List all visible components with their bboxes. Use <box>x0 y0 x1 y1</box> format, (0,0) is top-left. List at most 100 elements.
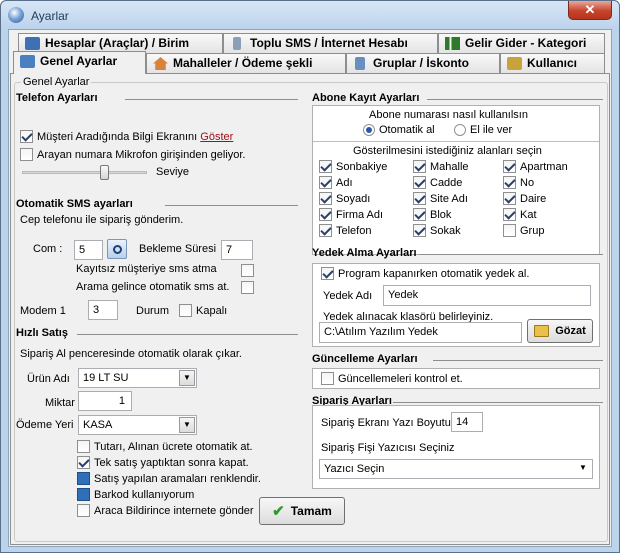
checkmark-icon: ✔ <box>272 503 285 520</box>
field-checkbox[interactable]: Kat <box>503 208 537 221</box>
miktar-input[interactable]: 1 <box>78 391 132 411</box>
modem-input[interactable]: 3 <box>88 300 118 320</box>
checkbox-box[interactable] <box>413 160 426 173</box>
field-checkbox[interactable]: Telefon <box>319 224 371 237</box>
field-checkbox[interactable]: Site Adı <box>413 192 468 205</box>
com-input[interactable]: 5 <box>74 240 103 260</box>
araca-bildirince-checkbox[interactable]: Araca Bildirince internete gönder <box>77 504 254 517</box>
field-checkbox[interactable]: Sokak <box>413 224 461 237</box>
checkbox-box[interactable] <box>503 176 516 189</box>
checkbox-box[interactable] <box>503 224 516 237</box>
tab-hesaplar[interactable]: Hesaplar (Araçlar) / Birim <box>18 33 223 53</box>
close-button[interactable]: ✕ <box>568 1 612 20</box>
el-ile-radio[interactable]: El ile ver <box>454 124 512 136</box>
checkbox-box[interactable] <box>319 192 332 205</box>
title-bar[interactable]: Ayarlar ✕ <box>1 1 619 29</box>
checkbox-box[interactable] <box>503 208 516 221</box>
settings-icon <box>20 55 35 68</box>
hizli-desc: Sipariş Al penceresinde otomatik olarak … <box>20 348 242 360</box>
guncelleme-checkbox[interactable]: Güncellemeleri kontrol et. <box>321 372 463 385</box>
miktar-label: Miktar <box>45 397 75 409</box>
checkbox-box[interactable] <box>77 488 90 501</box>
chevron-down-icon[interactable]: ▼ <box>179 417 195 433</box>
chevron-down-icon[interactable]: ▼ <box>179 370 195 386</box>
seviye-slider-track[interactable] <box>22 171 147 174</box>
field-checkbox[interactable]: Soyadı <box>319 192 370 205</box>
checkbox-label: Sonbakiye <box>336 160 388 173</box>
klasor-input[interactable]: C:\Atılım Yazılım Yedek <box>319 322 522 343</box>
radio-dot[interactable] <box>454 124 466 136</box>
field-checkbox[interactable]: Apartman <box>503 160 568 173</box>
arama-checkbox[interactable] <box>241 281 254 294</box>
yazi-boyutu-input[interactable]: 14 <box>451 412 483 432</box>
field-checkbox[interactable]: Daire <box>503 192 546 205</box>
yedek-box: Program kapanırken otomatik yedek al. Ye… <box>312 263 600 347</box>
goster-link[interactable]: Göster <box>200 131 233 143</box>
field-checkbox[interactable]: Mahalle <box>413 160 469 173</box>
seviye-slider-thumb[interactable] <box>100 165 109 180</box>
tab-gruplar[interactable]: Gruplar / İskonto <box>346 53 500 73</box>
field-checkbox[interactable]: Cadde <box>413 176 462 189</box>
radio-dot[interactable] <box>363 124 375 136</box>
checkbox-box[interactable] <box>413 176 426 189</box>
kayitsiz-checkbox[interactable] <box>241 264 254 277</box>
checkbox-box[interactable] <box>20 148 33 161</box>
odeme-label: Ödeme Yeri <box>16 419 74 431</box>
otomatik-yedek-checkbox[interactable]: Program kapanırken otomatik yedek al. <box>321 267 529 280</box>
tek-satis-checkbox[interactable]: Tek satış yaptıktan sonra kapat. <box>77 456 249 469</box>
kapali-checkbox[interactable]: Kapalı <box>179 304 227 317</box>
checkbox-box[interactable] <box>77 456 90 469</box>
genel-ayarlar-group: Genel Ayarlar Telefon Ayarları Müşteri A… <box>14 76 608 542</box>
yedek-adi-input[interactable]: Yedek <box>383 285 591 306</box>
checkbox-box[interactable] <box>319 176 332 189</box>
gozat-button[interactable]: Gözat <box>527 319 593 343</box>
checkbox-box[interactable] <box>20 130 33 143</box>
tab-pane: Genel Ayarlar Telefon Ayarları Müşteri A… <box>10 73 610 545</box>
checkbox-box[interactable] <box>321 372 334 385</box>
checkbox-box[interactable] <box>503 160 516 173</box>
renklendir-checkbox[interactable]: Satış yapılan aramaları renklendir. <box>77 472 261 485</box>
urun-select[interactable]: 19 LT SU ▼ <box>78 368 197 388</box>
bekleme-input[interactable]: 7 <box>221 240 253 260</box>
otomatik-radio[interactable]: Otomatik al <box>363 124 435 136</box>
field-checkbox[interactable]: Grup <box>503 224 544 237</box>
checkbox-box[interactable] <box>413 208 426 221</box>
tab-label: Gelir Gider - Kategori <box>465 36 587 50</box>
arama-label: Arama gelince otomatik sms at. <box>76 281 230 293</box>
checkbox-box[interactable] <box>77 472 90 485</box>
checkbox-box[interactable] <box>319 160 332 173</box>
field-checkbox[interactable]: No <box>503 176 534 189</box>
checkbox-box[interactable] <box>179 304 192 317</box>
checkbox-box[interactable] <box>413 224 426 237</box>
musteri-aradiginda-checkbox[interactable]: Müşteri Aradığında Bilgi Ekranını Göster <box>20 130 233 143</box>
checkbox-box[interactable] <box>319 208 332 221</box>
checkbox-label: No <box>520 176 535 189</box>
yazici-select[interactable]: Yazıcı Seçin ▼ <box>319 459 593 479</box>
checkbox-label: Sokak <box>430 224 461 237</box>
field-checkbox[interactable]: Firma Adı <box>319 208 383 221</box>
mikrofon-checkbox[interactable]: Arayan numara Mikrofon girişinden geliyo… <box>20 148 246 161</box>
field-checkbox[interactable]: Adı <box>319 176 353 189</box>
tab-mahalleler[interactable]: Mahalleler / Ödeme şekli <box>146 53 346 73</box>
checkbox-box[interactable] <box>503 192 516 205</box>
search-com-button[interactable] <box>107 239 127 259</box>
group-icon <box>355 57 365 70</box>
seviye-label: Seviye <box>156 166 190 178</box>
chevron-down-icon[interactable]: ▼ <box>575 461 591 477</box>
tamam-button[interactable]: ✔ Tamam <box>259 497 345 525</box>
checkbox-box[interactable] <box>413 192 426 205</box>
field-checkbox[interactable]: Sonbakiye <box>319 160 387 173</box>
tutari-checkbox[interactable]: Tutarı, Alınan ücrete otomatik at. <box>77 440 253 453</box>
field-checkbox[interactable]: Blok <box>413 208 451 221</box>
tab-toplu-sms[interactable]: Toplu SMS / İnternet Hesabı <box>223 33 438 53</box>
tab-kullanici[interactable]: Kullanıcı <box>500 53 605 73</box>
barkod-checkbox[interactable]: Barkod kullanıyorum <box>77 488 194 501</box>
checkbox-box[interactable] <box>77 504 90 517</box>
tab-gelir-gider[interactable]: Gelir Gider - Kategori <box>438 33 605 53</box>
tab-genel-ayarlar[interactable]: Genel Ayarlar <box>13 51 146 74</box>
checkbox-box[interactable] <box>77 440 90 453</box>
checkbox-box[interactable] <box>319 224 332 237</box>
odeme-select[interactable]: KASA ▼ <box>78 415 197 435</box>
checkbox-box[interactable] <box>321 267 334 280</box>
phone-icon <box>233 37 241 50</box>
